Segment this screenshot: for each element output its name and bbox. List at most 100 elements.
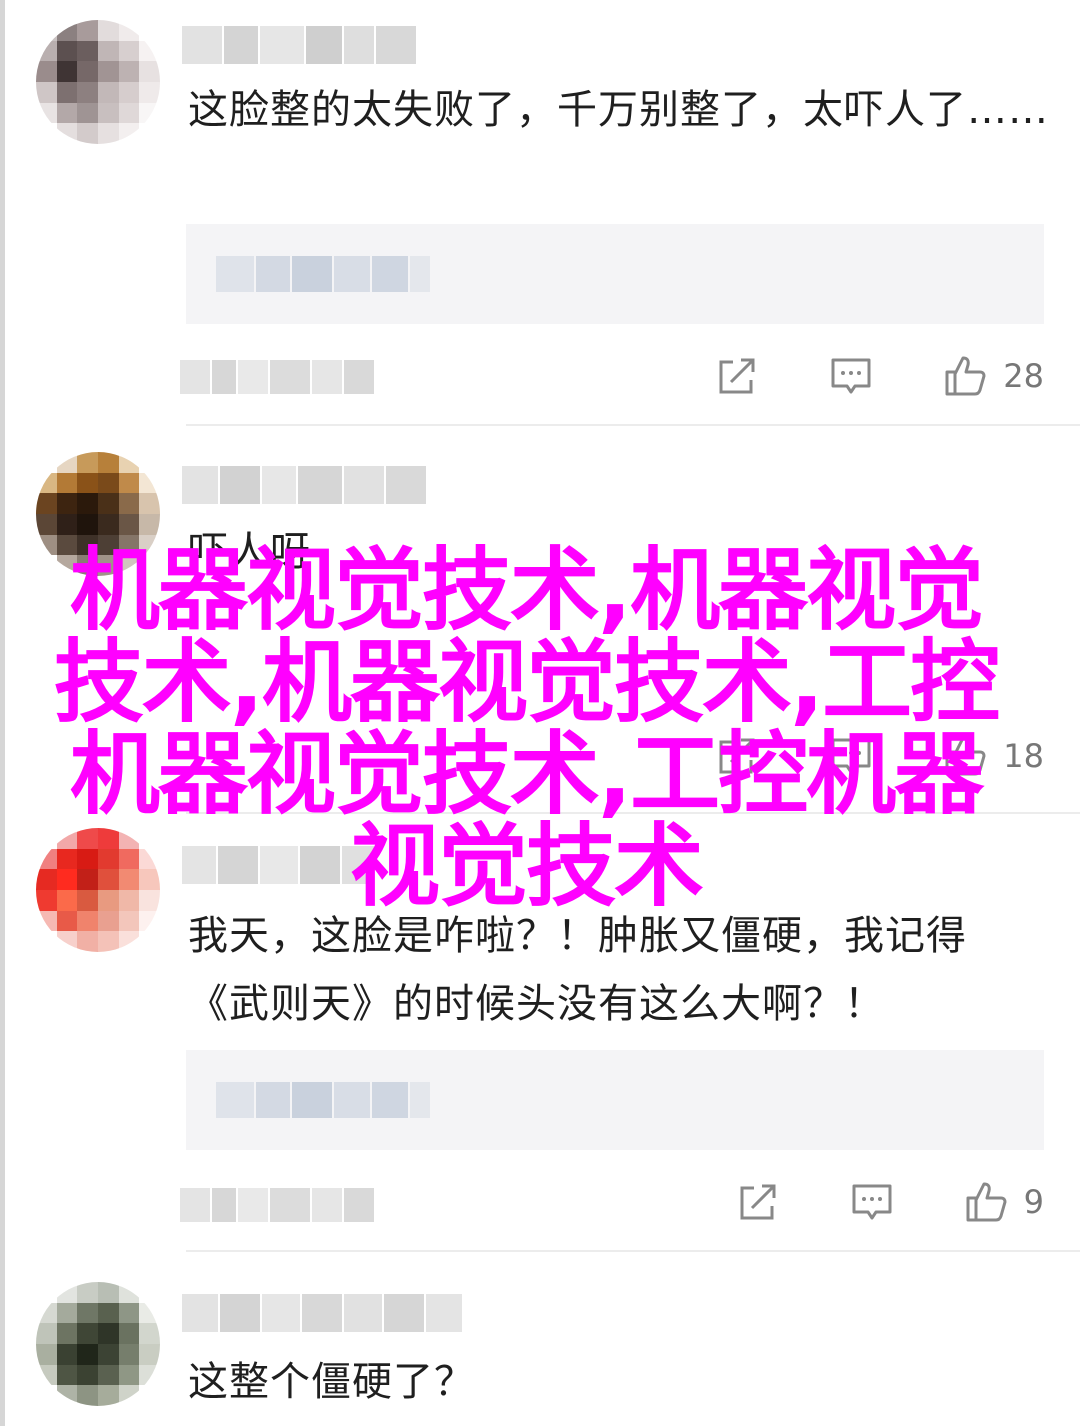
avatar-mosaic-cell xyxy=(56,472,78,494)
avatar-mosaic-cell xyxy=(56,1282,78,1303)
avatar-mosaic-cell xyxy=(118,1364,140,1386)
avatar-mosaic-cell xyxy=(139,40,160,62)
avatar-mosaic-cell xyxy=(139,513,160,535)
reply-preview[interactable] xyxy=(186,1050,1044,1150)
avatar-mosaic-cell xyxy=(56,1302,78,1324)
avatar-mosaic-cell xyxy=(97,931,119,952)
avatar-mosaic-cell xyxy=(139,102,160,124)
avatar-mosaic-cell xyxy=(77,40,98,62)
avatar-mosaic-cell xyxy=(36,1343,57,1365)
avatar-mosaic-cell xyxy=(139,1302,160,1324)
watermark-overlay: 机器视觉技术,机器视觉技术,机器视觉技术,工控机器视觉技术,工控机器视觉技术 xyxy=(53,538,1000,919)
avatar[interactable] xyxy=(36,1282,160,1406)
avatar-mosaic-cell xyxy=(56,910,78,932)
avatar-mosaic-cell xyxy=(36,472,57,494)
avatar-mosaic-cell xyxy=(118,1323,140,1344)
like-count: 9 xyxy=(1023,1183,1044,1221)
avatar-mosaic-cell xyxy=(139,61,160,82)
reply-text-blurred xyxy=(216,1082,430,1118)
avatar-mosaic-cell xyxy=(56,513,78,535)
avatar-mosaic-cell xyxy=(36,123,57,144)
avatar-mosaic-cell xyxy=(56,1343,78,1365)
avatar-mosaic-cell xyxy=(118,1282,140,1303)
avatar-mosaic-cell xyxy=(77,452,98,473)
avatar-mosaic-cell xyxy=(77,910,98,932)
share-icon[interactable] xyxy=(715,354,759,398)
like-count: 18 xyxy=(1003,737,1044,775)
avatar-mosaic-cell xyxy=(36,1282,57,1303)
avatar-mosaic-cell xyxy=(97,102,119,124)
avatar-mosaic-cell xyxy=(97,1302,119,1324)
avatar-mosaic-cell xyxy=(97,910,119,932)
avatar-mosaic-cell xyxy=(77,1343,98,1365)
timestamp-blurred xyxy=(180,1188,374,1222)
avatar-mosaic-cell xyxy=(139,1364,160,1386)
avatar-mosaic-cell xyxy=(97,81,119,103)
avatar-mosaic-cell xyxy=(56,40,78,62)
avatar-mosaic-cell xyxy=(118,931,140,952)
avatar-mosaic-cell xyxy=(118,472,140,494)
avatar-mosaic-cell xyxy=(139,452,160,473)
thumbs-up-icon xyxy=(945,356,986,396)
avatar-mosaic-cell xyxy=(36,1385,57,1406)
avatar-mosaic-cell xyxy=(139,20,160,41)
avatar-mosaic-cell xyxy=(118,1385,140,1406)
avatar[interactable] xyxy=(36,20,160,144)
avatar-mosaic-cell xyxy=(139,1343,160,1365)
avatar-mosaic-cell xyxy=(97,513,119,535)
thumbs-up-icon xyxy=(966,1182,1007,1222)
avatar-mosaic-cell xyxy=(36,40,57,62)
like-count: 28 xyxy=(1003,357,1044,395)
like-button[interactable]: 28 xyxy=(943,354,1044,398)
username-blurred[interactable] xyxy=(182,1294,462,1332)
avatar-mosaic-cell xyxy=(36,1302,57,1324)
avatar-mosaic-cell xyxy=(36,81,57,103)
avatar-mosaic-cell xyxy=(97,1343,119,1365)
avatar-mosaic-cell xyxy=(97,472,119,494)
avatar-mosaic-cell xyxy=(77,1385,98,1406)
comment-text: 这整个僵硬了？ xyxy=(188,1359,475,1405)
avatar-mosaic-cell xyxy=(97,493,119,514)
avatar-mosaic-cell xyxy=(77,931,98,952)
username-blurred[interactable] xyxy=(182,26,416,64)
avatar-mosaic-cell xyxy=(118,910,140,932)
divider xyxy=(186,424,1080,426)
like-button[interactable]: 9 xyxy=(964,1180,1044,1224)
divider xyxy=(186,1250,1080,1252)
avatar-mosaic-cell xyxy=(36,1323,57,1344)
avatar-mosaic-cell xyxy=(56,20,78,41)
avatar-mosaic-cell xyxy=(97,123,119,144)
reply-preview[interactable] xyxy=(186,224,1044,324)
reply-text-blurred xyxy=(216,256,430,292)
comment-text: 这脸整的太失败了，千万别整了，太吓人了…… xyxy=(188,87,1049,133)
avatar-mosaic-cell xyxy=(77,102,98,124)
avatar-mosaic-cell xyxy=(77,123,98,144)
avatar-mosaic-cell xyxy=(118,1343,140,1365)
avatar-mosaic-cell xyxy=(77,1364,98,1386)
avatar-mosaic-cell xyxy=(77,493,98,514)
avatar-mosaic-cell xyxy=(118,20,140,41)
avatar-mosaic-cell xyxy=(36,102,57,124)
username-blurred[interactable] xyxy=(182,466,426,504)
avatar-mosaic-cell xyxy=(56,61,78,82)
reply-icon[interactable] xyxy=(850,1180,894,1224)
avatar-mosaic-cell xyxy=(97,40,119,62)
reply-icon[interactable] xyxy=(829,354,873,398)
avatar-mosaic-cell xyxy=(97,1364,119,1386)
avatar-mosaic-cell xyxy=(56,1323,78,1344)
avatar-mosaic-cell xyxy=(97,20,119,41)
avatar-mosaic-cell xyxy=(118,40,140,62)
share-icon[interactable] xyxy=(736,1180,780,1224)
avatar-mosaic-cell xyxy=(97,1282,119,1303)
avatar-mosaic-cell xyxy=(77,20,98,41)
avatar-mosaic-cell xyxy=(77,1282,98,1303)
avatar-mosaic-cell xyxy=(139,910,160,932)
screen-edge xyxy=(0,0,5,1426)
avatar-mosaic-cell xyxy=(56,102,78,124)
avatar-mosaic-cell xyxy=(77,81,98,103)
avatar-mosaic-cell xyxy=(36,931,57,952)
avatar-mosaic-cell xyxy=(97,1385,119,1406)
avatar-mosaic-cell xyxy=(77,513,98,535)
avatar-mosaic-cell xyxy=(118,513,140,535)
avatar-mosaic-cell xyxy=(36,452,57,473)
